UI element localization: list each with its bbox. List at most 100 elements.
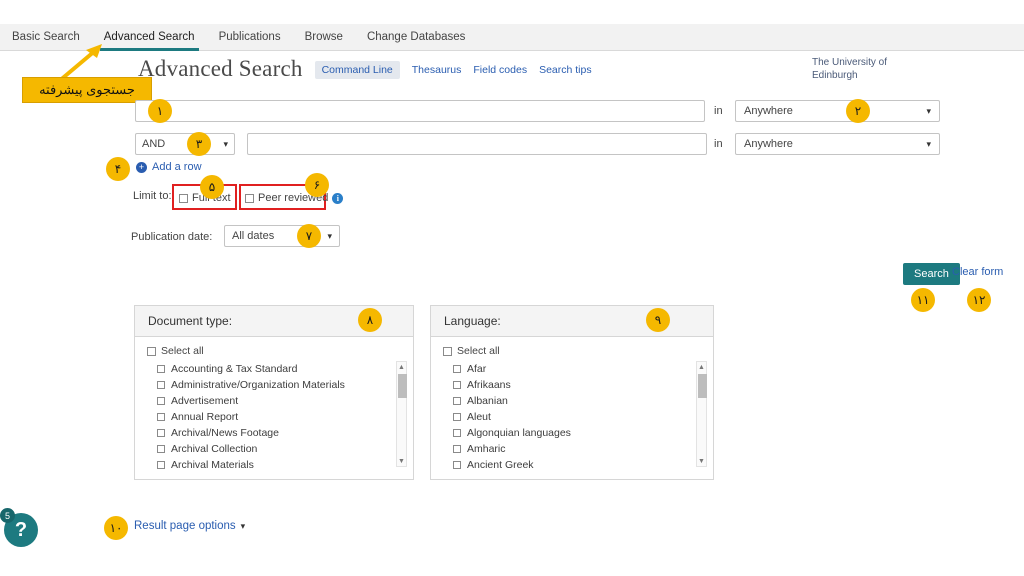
nav-tab-label: Publications (218, 31, 281, 43)
marker-4: ۴ (106, 157, 130, 181)
facet-label: Algonquian languages (467, 427, 571, 439)
thesaurus-link[interactable]: Thesaurus (412, 64, 462, 76)
list-item[interactable]: Afar (453, 361, 707, 377)
clear-form-link[interactable]: Clear form (952, 266, 1003, 278)
facet-label: Aleut (467, 411, 491, 423)
marker-9: ٩ (646, 308, 670, 332)
list-item[interactable]: Annual Report (157, 409, 407, 425)
list-item[interactable]: Afrikaans (453, 377, 707, 393)
select-all-checkbox[interactable] (443, 346, 452, 356)
annotation-callout-advanced-search: جستجوی پیشرفته (22, 77, 152, 103)
scrollbar-thumb[interactable] (398, 374, 407, 398)
list-item[interactable]: Albanian (453, 393, 707, 409)
document-type-list: Accounting & Tax Standard Administrative… (157, 361, 407, 471)
search-tips-link[interactable]: Search tips (539, 64, 592, 76)
facet-checkbox[interactable] (157, 429, 165, 437)
nav-tab-publications[interactable]: Publications (207, 24, 293, 51)
command-line-link[interactable]: Command Line (314, 61, 400, 79)
scroll-up-arrow-icon[interactable]: ▲ (697, 362, 706, 372)
list-item[interactable]: Archival/News Footage (157, 425, 407, 441)
facet-label: Archival Collection (171, 443, 258, 455)
marker-11: ١١ (911, 288, 935, 312)
marker-6: ۶ (305, 173, 329, 197)
field-select-2[interactable]: Anywhere ▾ (735, 133, 940, 155)
list-item[interactable]: Advertisement (157, 393, 407, 409)
add-a-row-label: Add a row (152, 161, 202, 173)
facet-checkbox[interactable] (453, 429, 461, 437)
facet-checkbox[interactable] (157, 413, 165, 421)
facet-checkbox[interactable] (157, 365, 165, 373)
facet-label: Administrative/Organization Materials (171, 379, 345, 391)
university-label-line2: Edinburgh (812, 70, 858, 81)
peer-reviewed-checkbox[interactable] (245, 193, 254, 203)
document-type-scrollbar[interactable]: ▲ ▼ (396, 361, 407, 467)
list-item[interactable]: Aleut (453, 409, 707, 425)
marker-8: ٨ (358, 308, 382, 332)
marker-7: ٧ (297, 224, 321, 248)
in-label-1: in (714, 105, 723, 117)
add-a-row-button[interactable]: + Add a row (136, 161, 202, 173)
list-item[interactable]: Accounting & Tax Standard (157, 361, 407, 377)
facet-checkbox[interactable] (157, 461, 165, 469)
marker-2: ٢ (846, 99, 870, 123)
facet-label: Amharic (467, 443, 506, 455)
facet-label: Afrikaans (467, 379, 511, 391)
publication-date-select[interactable]: All dates ▾ (224, 225, 340, 247)
marker-1: ١ (148, 99, 172, 123)
select-all-label: Select all (161, 345, 204, 357)
search-row-2: AND ▾ (135, 133, 708, 155)
nav-tab-browse[interactable]: Browse (293, 24, 355, 51)
facet-checkbox[interactable] (453, 413, 461, 421)
scrollbar-thumb[interactable] (698, 374, 707, 398)
limit-to-label: Limit to: (133, 190, 172, 202)
field-select-1-value: Anywhere (744, 105, 793, 117)
search-input-1[interactable] (135, 100, 705, 122)
facet-label: Albanian (467, 395, 508, 407)
field-codes-link[interactable]: Field codes (473, 64, 527, 76)
list-item[interactable]: Administrative/Organization Materials (157, 377, 407, 393)
facet-checkbox[interactable] (157, 381, 165, 389)
language-select-all[interactable]: Select all (431, 337, 713, 361)
facet-checkbox[interactable] (453, 381, 461, 389)
facet-checkbox[interactable] (453, 365, 461, 373)
facet-checkbox[interactable] (157, 445, 165, 453)
in-label-2: in (714, 138, 723, 150)
list-item[interactable]: Archival Collection (157, 441, 407, 457)
boolean-operator-select-2[interactable]: AND ▾ (135, 133, 235, 155)
plus-icon: + (136, 161, 147, 173)
publication-date-value: All dates (232, 230, 275, 242)
chevron-down-icon: ▾ (240, 520, 246, 531)
scroll-down-arrow-icon[interactable]: ▼ (697, 456, 706, 466)
scroll-up-arrow-icon[interactable]: ▲ (397, 362, 406, 372)
select-all-checkbox[interactable] (147, 346, 156, 356)
search-input-2[interactable] (247, 133, 708, 155)
facet-label: Annual Report (171, 411, 239, 423)
full-text-checkbox[interactable] (179, 193, 188, 203)
marker-10: ١٠ (104, 516, 128, 540)
scroll-down-arrow-icon[interactable]: ▼ (397, 456, 406, 466)
facet-checkbox[interactable] (453, 445, 461, 453)
list-item[interactable]: Archival Materials (157, 457, 407, 473)
chevron-down-icon: ▾ (926, 138, 931, 149)
top-navigation-bar: Basic Search Advanced Search Publication… (0, 24, 1024, 51)
help-badge: 5 (0, 508, 15, 523)
facet-checkbox[interactable] (453, 397, 461, 405)
language-scrollbar[interactable]: ▲ ▼ (696, 361, 707, 467)
nav-tab-label: Browse (304, 31, 343, 43)
document-type-select-all[interactable]: Select all (135, 337, 413, 361)
select-all-label: Select all (457, 345, 500, 357)
facet-checkbox[interactable] (157, 397, 165, 405)
result-page-options-toggle[interactable]: Result page options ▾ (134, 520, 245, 532)
page-title: Advanced Search (138, 56, 303, 81)
nav-tab-change-databases[interactable]: Change Databases (355, 24, 477, 51)
field-select-1[interactable]: Anywhere ▾ (735, 100, 940, 122)
list-item[interactable]: Algonquian languages (453, 425, 707, 441)
list-item[interactable]: Amharic (453, 441, 707, 457)
list-item[interactable]: Ancient Greek (453, 457, 707, 473)
facet-label: Ancient Greek (467, 459, 534, 471)
peer-reviewed-checkbox-group[interactable]: Peer reviewed i (245, 192, 344, 204)
facet-checkbox[interactable] (453, 461, 461, 469)
page-header: Advanced Search Command Line Thesaurus F… (138, 56, 592, 82)
info-icon[interactable]: i (332, 192, 344, 204)
chevron-down-icon: ▾ (926, 105, 931, 116)
